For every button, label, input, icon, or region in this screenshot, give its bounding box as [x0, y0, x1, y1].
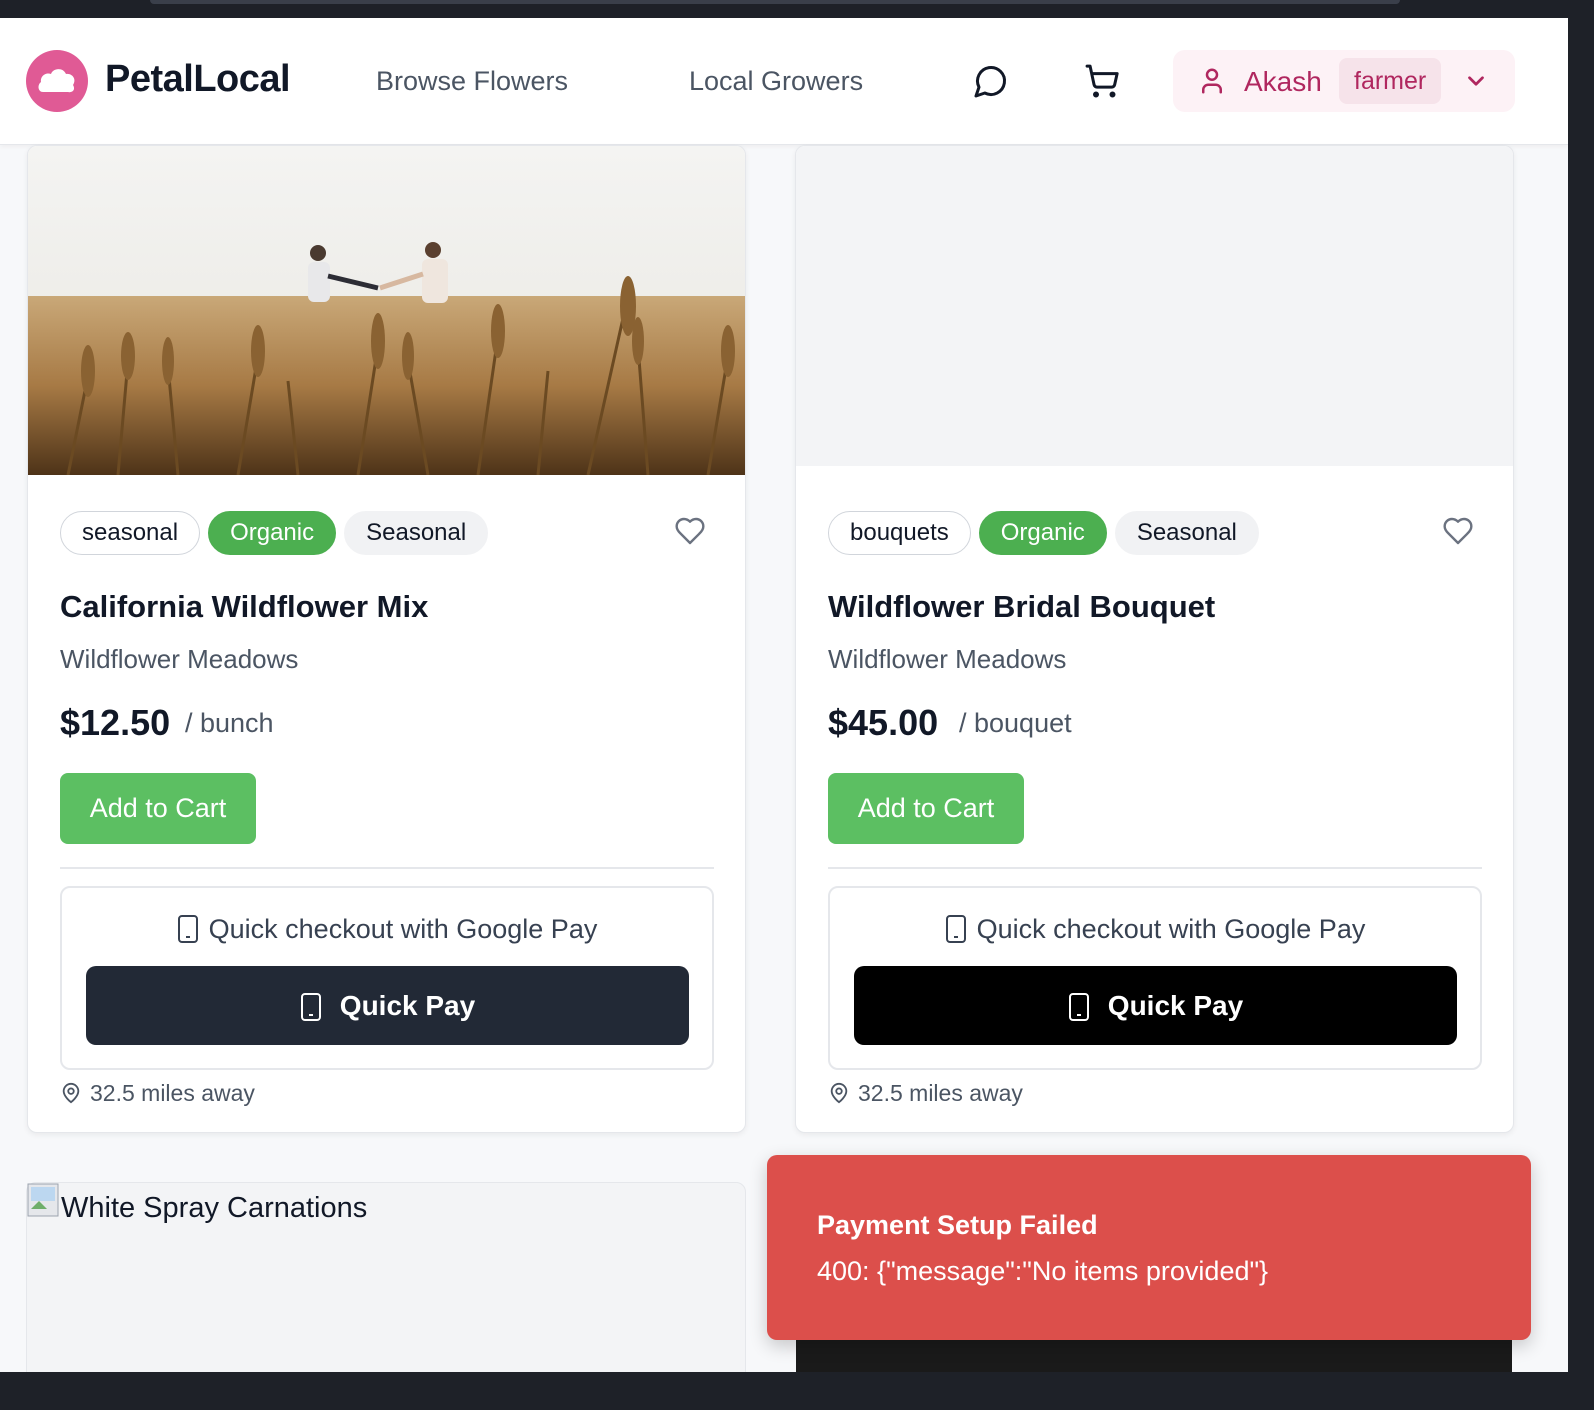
- cart-icon[interactable]: [1084, 63, 1120, 99]
- image-alt-text: White Spray Carnations: [61, 1192, 368, 1224]
- product-title[interactable]: Wildflower Bridal Bouquet: [828, 589, 1215, 625]
- nav-local-growers[interactable]: Local Growers: [689, 66, 863, 97]
- quick-checkout-label: Quick checkout with Google Pay: [830, 914, 1480, 945]
- tag-list: bouquets Organic Seasonal: [828, 511, 1259, 555]
- product-image-wheat-field[interactable]: [28, 146, 745, 476]
- app-viewport: PetalLocal Browse Flowers Local Growers …: [0, 18, 1568, 1372]
- phone-icon: [177, 915, 198, 943]
- tag-seasonal: Seasonal: [344, 511, 489, 555]
- quick-pay-button[interactable]: Quick Pay: [86, 966, 689, 1045]
- product-card: bouquets Organic Seasonal Wildflower Bri…: [795, 145, 1514, 1133]
- quick-checkout-panel: Quick checkout with Google Pay Quick Pay: [828, 886, 1482, 1070]
- quick-checkout-panel: Quick checkout with Google Pay Quick Pay: [60, 886, 714, 1070]
- toast-title: Payment Setup Failed: [817, 1210, 1098, 1240]
- distance-label: 32.5 miles away: [60, 1080, 255, 1107]
- broken-image-icon: [27, 1183, 59, 1217]
- distance-label: 32.5 miles away: [828, 1080, 1023, 1107]
- product-image-placeholder[interactable]: [796, 146, 1513, 466]
- price-unit: / bouquet: [959, 708, 1072, 738]
- logo-cloud-icon[interactable]: [26, 50, 88, 112]
- map-pin-icon: [62, 1082, 80, 1104]
- browser-top-strip: [0, 0, 1594, 18]
- add-to-cart-button[interactable]: Add to Cart: [828, 773, 1024, 844]
- tag-category: bouquets: [828, 511, 971, 555]
- product-price: $12.50: [60, 702, 171, 743]
- site-header: PetalLocal Browse Flowers Local Growers …: [0, 18, 1568, 145]
- user-name: Akash: [1244, 66, 1322, 97]
- map-pin-icon: [830, 1082, 848, 1104]
- heart-icon[interactable]: [673, 515, 707, 552]
- window-right-edge: [1568, 0, 1594, 1410]
- quick-pay-button[interactable]: Quick Pay: [854, 966, 1457, 1045]
- tag-category: seasonal: [60, 511, 201, 555]
- grower-name[interactable]: Wildflower Meadows: [828, 644, 1066, 675]
- tag-seasonal: Seasonal: [1114, 511, 1259, 555]
- tag-list: seasonal Organic Seasonal: [60, 511, 489, 555]
- error-toast[interactable]: Payment Setup Failed 400: {"message":"No…: [767, 1155, 1531, 1340]
- price-unit: / bunch: [185, 708, 274, 738]
- product-price: $45.00: [828, 702, 939, 743]
- tag-organic: Organic: [208, 511, 337, 555]
- nav-browse-flowers[interactable]: Browse Flowers: [376, 66, 568, 97]
- user-menu-button[interactable]: Akash farmer: [1173, 50, 1515, 112]
- chevron-down-icon: [1463, 68, 1489, 99]
- product-card: seasonal Organic Seasonal California Wil…: [27, 145, 746, 1133]
- chat-icon[interactable]: [973, 63, 1009, 99]
- tag-organic: Organic: [978, 511, 1107, 555]
- product-title[interactable]: California Wildflower Mix: [60, 589, 428, 625]
- heart-icon[interactable]: [1441, 515, 1475, 552]
- divider: [60, 867, 714, 869]
- divider: [828, 867, 1482, 869]
- user-role-badge: farmer: [1339, 58, 1442, 104]
- phone-icon: [1068, 992, 1089, 1021]
- add-to-cart-button[interactable]: Add to Cart: [60, 773, 256, 844]
- quick-checkout-label: Quick checkout with Google Pay: [62, 914, 712, 945]
- browser-top-bar: [150, 0, 1400, 4]
- product-card-broken-image: White Spray Carnations: [26, 1182, 746, 1372]
- grower-name[interactable]: Wildflower Meadows: [60, 644, 298, 675]
- user-icon: [1197, 65, 1227, 102]
- toast-message: 400: {"message":"No items provided"}: [817, 1256, 1269, 1286]
- brand-name[interactable]: PetalLocal: [105, 58, 291, 101]
- window-bottom-edge: [0, 1372, 1594, 1410]
- phone-icon: [300, 992, 321, 1021]
- phone-icon: [945, 915, 966, 943]
